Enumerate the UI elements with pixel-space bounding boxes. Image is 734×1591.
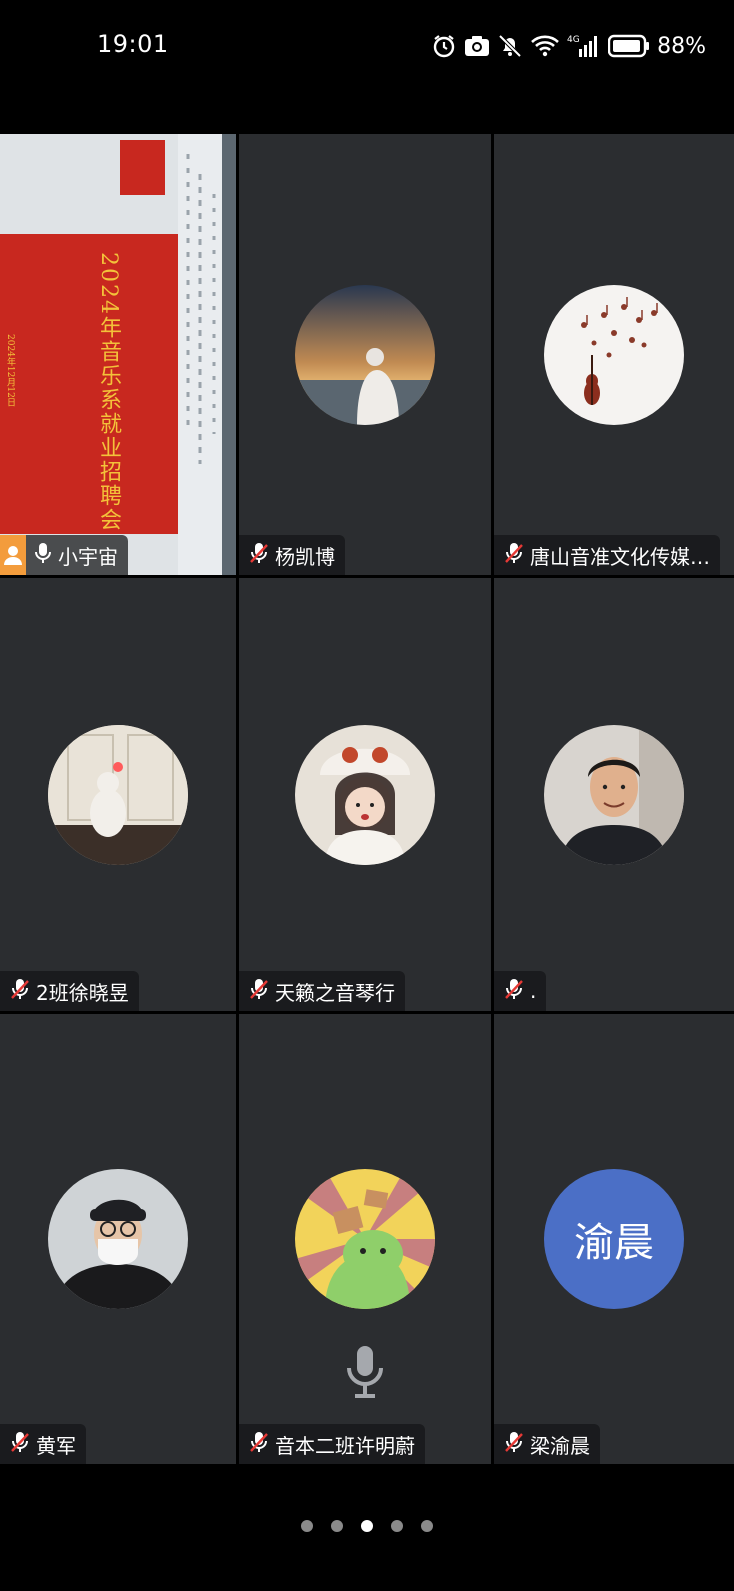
name-tag: 唐山音准文化传媒… <box>494 535 720 575</box>
name-tag: 天籁之音琴行 <box>239 971 405 1011</box>
mic-muted-icon <box>504 1431 524 1458</box>
wifi-icon <box>530 34 560 58</box>
presenter-badge: 小宇宙 <box>0 535 128 575</box>
participant-name: 音本二班许明蔚 <box>275 1433 415 1458</box>
mic-muted-icon <box>10 1431 30 1458</box>
alarm-icon <box>431 33 457 59</box>
shared-screen: 2024年音乐系就业招聘会 2024年12月12日 <box>0 134 236 575</box>
participant-name: 梁渝晨 <box>530 1433 590 1458</box>
slide-title: 2024年音乐系就业招聘会 <box>96 252 121 532</box>
status-icons: 4G 88% <box>431 30 706 62</box>
avatar <box>295 284 435 425</box>
participant-name: 2班徐晓昱 <box>36 980 129 1005</box>
status-time: 19:01 <box>97 30 169 58</box>
avatar <box>48 724 188 865</box>
participant-tile[interactable]: 唐山音准文化传媒… <box>494 134 734 575</box>
mic-muted-icon <box>10 978 30 1005</box>
name-tag: 杨凯博 <box>239 535 345 575</box>
svg-text:4G: 4G <box>567 35 580 45</box>
name-tag: 2班徐晓昱 <box>0 971 139 1011</box>
participant-tile[interactable]: 黄军 <box>0 1014 236 1464</box>
participant-tile[interactable]: 音本二班许明蔚 <box>239 1014 491 1464</box>
mic-muted-icon <box>249 1431 269 1458</box>
page-indicator[interactable] <box>0 1520 734 1532</box>
battery-percent: 88% <box>657 33 706 59</box>
page-dot-active[interactable] <box>361 1520 373 1532</box>
mic-muted-icon <box>249 542 269 569</box>
camera-icon <box>464 34 490 58</box>
participant-name: 杨凯博 <box>275 544 335 569</box>
participant-tile[interactable]: 2班徐晓昱 <box>0 578 236 1011</box>
participant-tile-screen-share[interactable]: 2024年音乐系就业招聘会 2024年12月12日 小宇宙 <box>0 134 236 575</box>
participant-name: 天籁之音琴行 <box>275 980 395 1005</box>
slide-date: 2024年12月12日 <box>5 334 15 407</box>
bell-muted-icon <box>497 33 523 59</box>
name-tag: . <box>494 971 547 1011</box>
participant-tile[interactable]: 渝晨 梁渝晨 <box>494 1014 734 1464</box>
name-tag: 梁渝晨 <box>494 1424 600 1464</box>
page-dot[interactable] <box>421 1520 433 1532</box>
mic-muted-icon <box>504 542 524 569</box>
participant-tile[interactable]: 天籁之音琴行 <box>239 578 491 1011</box>
participant-name: 唐山音准文化传媒… <box>530 544 710 569</box>
participant-name: 小宇宙 <box>58 544 118 569</box>
participant-name: . <box>530 979 537 1003</box>
mic-muted-icon <box>249 978 269 1005</box>
avatar <box>544 724 684 865</box>
avatar <box>48 1169 188 1309</box>
participant-tile[interactable]: 杨凯博 <box>239 134 491 575</box>
page-dot[interactable] <box>301 1520 313 1532</box>
battery-icon <box>608 34 650 58</box>
video-grid: 2024年音乐系就业招聘会 2024年12月12日 小宇宙 杨凯博 唐山音准文化… <box>0 134 734 1464</box>
avatar <box>295 1169 435 1309</box>
name-tag: 音本二班许明蔚 <box>239 1424 425 1464</box>
participant-name: 黄军 <box>36 1433 76 1458</box>
initials-avatar: 渝晨 <box>544 1169 684 1309</box>
participant-tile[interactable]: . <box>494 578 734 1011</box>
page-dot[interactable] <box>331 1520 343 1532</box>
avatar <box>295 724 435 865</box>
avatar <box>544 284 684 425</box>
mic-muted-icon <box>504 978 524 1005</box>
name-tag: 黄军 <box>0 1424 86 1464</box>
mic-on-icon <box>34 542 52 569</box>
page-dot[interactable] <box>391 1520 403 1532</box>
person-icon <box>0 535 26 575</box>
status-bar: 19:01 4G 88% <box>0 0 734 95</box>
speaking-mic-icon <box>345 1344 385 1402</box>
signal-icon: 4G <box>567 33 601 59</box>
